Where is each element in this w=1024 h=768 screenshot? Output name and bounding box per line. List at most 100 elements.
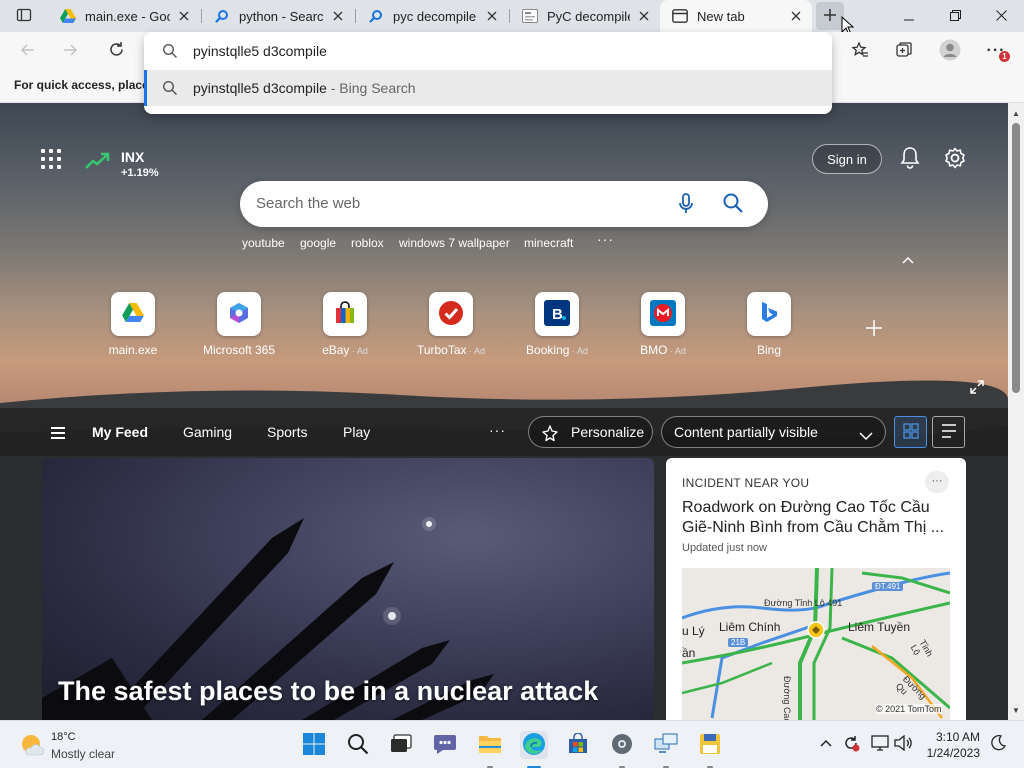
page-scrollbar[interactable]: ▲ ▼ [1008,103,1024,720]
sync-tray-button[interactable] [842,734,860,755]
add-quicklink-plus-icon[interactable] [865,319,883,340]
address-bar-text[interactable]: pyinstqlle5 d3compile [193,43,327,59]
search-icon[interactable] [722,192,744,217]
address-bar[interactable]: pyinstqlle5 d3compile [144,32,832,70]
content-visibility-select[interactable]: Content partially visible [661,416,886,448]
restore-button[interactable] [932,0,978,32]
weather-condition: Mostly clear [51,747,116,761]
personalize-button[interactable]: Personalize [528,416,653,448]
quicklink-bmo[interactable]: BMO · Ad [618,292,708,362]
apps-launcher-button[interactable] [41,149,61,169]
google-drive-icon [122,303,144,325]
page-settings-button[interactable] [943,146,967,173]
tile-icon-box [217,292,261,336]
tile-label: Microsoft 365 [202,343,276,357]
content-visibility-value: Content partially visible [674,424,818,440]
tab-actions-button[interactable] [8,0,40,32]
tab-my-feed[interactable]: My Feed [92,424,148,440]
volume-button[interactable] [894,734,912,754]
trending-more-button[interactable]: ··· [597,231,614,247]
tab-gaming[interactable]: Gaming [183,424,232,440]
teams-chat-button[interactable] [431,731,459,759]
clock[interactable]: 3:10 AM 1/24/2023 [914,729,980,761]
hamburger-menu-icon[interactable] [51,427,65,439]
taskbar-search-button[interactable] [344,731,372,759]
quicklink-microsoft-365[interactable]: Microsoft 365 [194,292,284,362]
notification-center-button[interactable] [990,735,1007,754]
edge-button[interactable] [520,731,548,759]
restore-icon [949,9,961,24]
stock-change: +1.19% [121,167,159,179]
task-view-button[interactable] [387,731,415,759]
incident-card[interactable]: INCIDENT NEAR YOU ··· Roadwork on Đường … [666,458,966,720]
web-search-box[interactable]: Search the web [240,181,768,227]
trending-link[interactable]: roblox [351,236,384,250]
trending-link[interactable]: windows 7 wallpaper [399,236,510,250]
start-button[interactable] [300,731,328,759]
map-label: ần [682,646,696,660]
tile-icon-box [429,292,473,336]
favorites-button[interactable] [844,35,876,67]
close-window-button[interactable] [978,0,1024,32]
close-icon[interactable] [330,8,346,24]
trending-link[interactable]: minecraft [524,236,573,250]
python-app-button[interactable] [696,731,724,759]
shopping-bag-icon [333,300,357,328]
quicklink-bing[interactable]: Bing [724,292,814,362]
expand-background-icon[interactable] [970,380,984,397]
tab-pyc-decompile-search[interactable]: pyc decompile o [356,0,508,32]
new-tab-button[interactable] [816,2,844,30]
tab-sports[interactable]: Sports [267,424,307,440]
card-more-button[interactable]: ··· [925,471,949,493]
microphone-icon[interactable] [678,193,694,218]
close-icon[interactable] [636,8,652,24]
scroll-up-icon[interactable]: ▲ [1012,109,1020,118]
chat-icon [433,733,457,758]
tile-label: BMO · Ad [640,343,686,357]
windows-logo-icon [303,732,325,758]
profile-button[interactable] [934,35,966,67]
forward-button[interactable] [54,35,86,67]
network-app-button[interactable] [652,731,680,759]
close-icon[interactable] [484,8,500,24]
tab-python-search[interactable]: python - Search [202,0,354,32]
refresh-button[interactable] [100,35,132,67]
scrollbar-thumb[interactable] [1012,123,1020,393]
news-card-hero[interactable]: The safest places to be in a nuclear att… [42,458,654,720]
quicklink-booking[interactable]: B Booking · Ad [512,292,602,362]
tab-pyc-decompile[interactable]: PyC decompile [510,0,660,32]
trending-link[interactable]: google [300,236,336,250]
sign-in-button[interactable]: Sign in [812,144,882,174]
list-view-button[interactable] [932,416,965,448]
quicklink-turbotax[interactable]: TurboTax · Ad [406,292,496,362]
tab-play[interactable]: Play [343,424,370,440]
grid-view-button[interactable] [894,416,927,448]
close-icon[interactable] [176,8,192,24]
tab-new-tab[interactable]: New tab [660,0,812,32]
scroll-down-icon[interactable]: ▼ [1012,706,1020,715]
microsoft-365-icon [227,301,251,328]
trending-link[interactable]: youtube [242,236,285,250]
close-icon[interactable] [788,8,804,24]
incident-map[interactable]: ĐT.491 Đường Tỉnh Lộ 491 u Lý ần Liêm Ch… [682,568,950,720]
search-input[interactable]: Search the web [256,195,360,212]
forward-arrow-icon [62,42,78,61]
minimize-button[interactable] [886,0,932,32]
bmo-icon [650,299,676,329]
quicklink-main-exe[interactable]: main.exe [88,292,178,362]
notifications-button[interactable] [899,146,921,173]
display-tray-button[interactable] [871,735,889,754]
store-button[interactable] [564,731,592,759]
file-explorer-button[interactable] [476,731,504,759]
feed-more-button[interactable]: ··· [489,422,506,438]
suggestion-item[interactable]: pyinstqlle5 d3compile - Bing Search [144,70,832,106]
settings-more-button[interactable]: ··· 1 [980,35,1012,67]
back-button[interactable] [12,35,44,67]
quicklink-ebay[interactable]: eBay · Ad [300,292,390,362]
chevron-up-icon[interactable] [901,253,915,268]
show-hidden-icons-button[interactable] [820,735,832,750]
floppy-disk-icon [699,733,721,758]
tab-main-exe[interactable]: main.exe - Goog [48,0,200,32]
settings-app-button[interactable] [608,731,636,759]
collections-button[interactable] [888,35,920,67]
